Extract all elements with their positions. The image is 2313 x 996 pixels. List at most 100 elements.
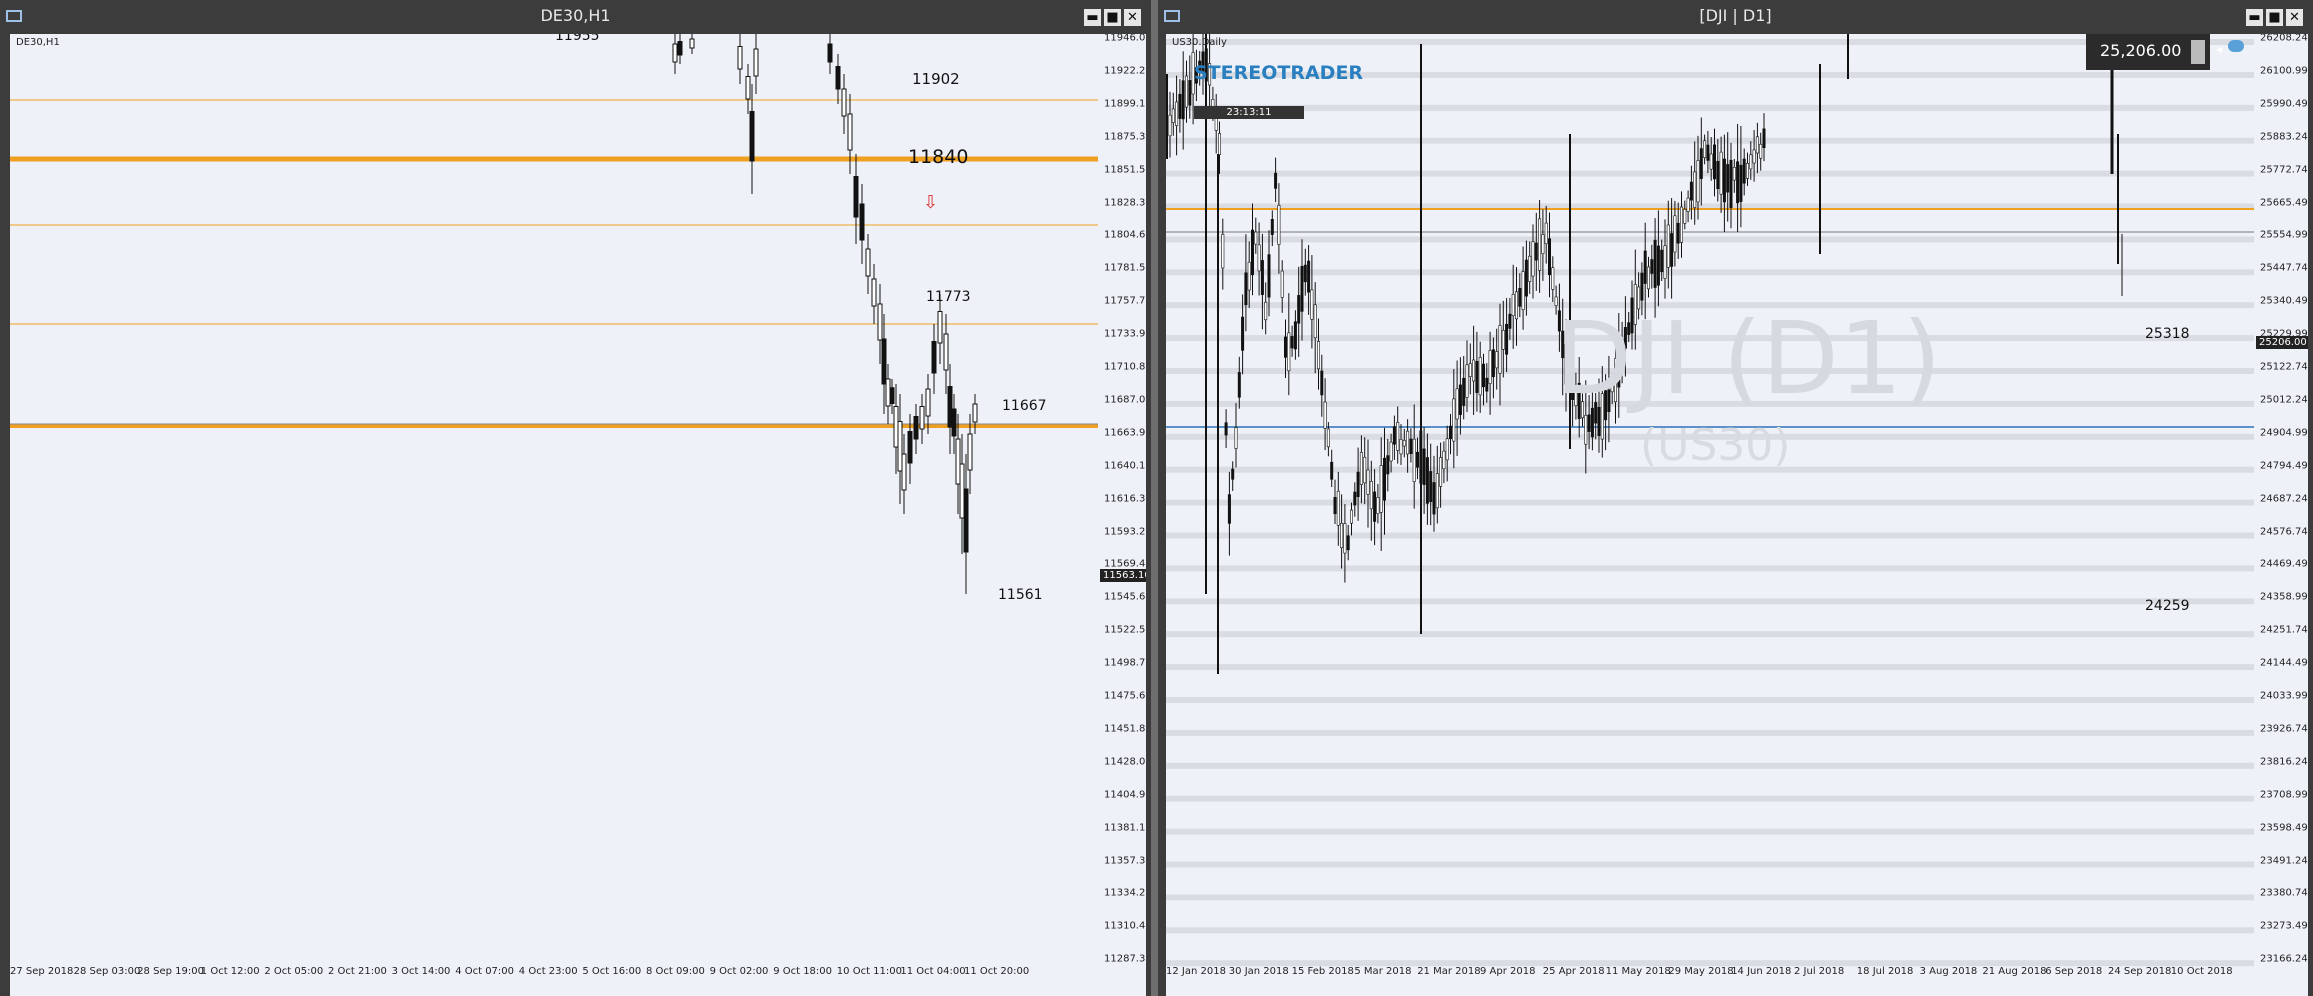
level-label-25318: 25318	[2145, 326, 2190, 342]
left-time-axis[interactable]: 27 Sep 2018 28 Sep 03:00 28 Sep 19:00 1 Oct…	[10, 962, 1098, 982]
candle-body	[1392, 426, 1396, 445]
price-tick-label: 11451.80	[1104, 723, 1146, 735]
candle-body	[885, 378, 891, 407]
time-tick-label: 9 Oct 18:00	[773, 966, 833, 977]
time-tick-label: 3 Oct 14:00	[391, 966, 451, 977]
price-adjust-icon[interactable]	[2191, 40, 2205, 64]
price-tick-label: 11404.90	[1104, 789, 1146, 801]
price-tick-label: 11287.30	[1104, 953, 1146, 965]
left-chart-window[interactable]: DE30,H1 ▬ ■ ✕ DE30,H1 11955 11902 11840 …	[0, 0, 1151, 996]
close-button[interactable]: ✕	[1124, 9, 1141, 26]
candle-body	[1650, 259, 1654, 274]
right-chart-area[interactable]: US30.Daily STEREOTRADER 23:13:11 25318 2…	[1166, 34, 2308, 996]
candle-body	[853, 176, 859, 218]
candle-body	[1168, 114, 1172, 137]
right-price-axis[interactable]: 26208.24 26100.99 25990.49 25883.24 25772.74…	[2254, 34, 2308, 976]
price-tick-label: 11357.30	[1104, 855, 1146, 866]
candle-body	[1432, 482, 1436, 515]
candle-body	[1640, 272, 1644, 301]
price-tick-label: 11946.00	[1104, 34, 1146, 44]
candle-body	[1534, 242, 1538, 261]
price-tick-label: 24576.74	[2260, 526, 2308, 537]
candle-body	[1399, 439, 1403, 455]
price-tick-label: 11828.30	[1104, 197, 1146, 208]
level-label-11773: 11773	[926, 289, 971, 305]
left-current-price: 11563.10	[1100, 569, 1146, 582]
candle-body	[1511, 293, 1515, 316]
time-tick-label: 6 Sep 2018	[2045, 966, 2103, 977]
candle-body	[1277, 204, 1281, 245]
candle-body	[1462, 377, 1466, 406]
right-watermark-subtitle: (US30)	[1640, 420, 1791, 471]
candle-body	[1396, 422, 1400, 451]
candle-body	[1485, 377, 1489, 392]
grid-band	[1166, 631, 2254, 638]
candle-body	[1739, 164, 1743, 202]
candle-body	[1234, 427, 1238, 449]
time-tick-label: 29 May 2018	[1668, 966, 1734, 977]
time-tick-label: 2 Jul 2018	[1794, 966, 1845, 977]
candle-body	[1422, 448, 1426, 485]
price-display-panel[interactable]: 25,206.00	[2086, 34, 2210, 70]
candle-body	[1689, 181, 1693, 201]
candle-body	[1759, 143, 1763, 159]
candle-body	[1544, 222, 1548, 245]
time-tick-label: 28 Sep 03:00	[73, 966, 141, 977]
left-price-axis[interactable]: 11946.00 11922.20 11899.10 11875.30 11851.50…	[1098, 34, 1146, 976]
candle-body	[1663, 245, 1667, 279]
price-tick-label: 11875.30	[1104, 131, 1146, 143]
candle-body	[1184, 75, 1188, 108]
candle-body	[877, 303, 883, 341]
collapse-panel-icon[interactable]: ◂	[2216, 42, 2222, 56]
minimize-button[interactable]: ▬	[1084, 9, 1101, 26]
candle-body	[1742, 158, 1746, 184]
left-window-title: DE30,H1	[540, 6, 611, 25]
price-tick-label: 11498.70	[1104, 657, 1146, 669]
grid-band	[1166, 729, 2254, 736]
chat-bubble-icon[interactable]	[2228, 40, 2244, 52]
grid-band	[1166, 664, 2254, 671]
time-tick-label: 4 Oct 23:00	[518, 966, 578, 977]
candle-body	[1478, 357, 1482, 396]
candle-body	[835, 66, 841, 90]
right-title-bar[interactable]: [DJI | D1] ▬ ■ ✕	[1158, 0, 2313, 34]
left-candles-plot[interactable]	[10, 34, 1098, 976]
candle-body	[1762, 128, 1766, 149]
candle-body	[1257, 244, 1261, 272]
candle-body	[1508, 313, 1512, 329]
grid-band	[1166, 697, 2254, 703]
candle-body	[1326, 428, 1330, 448]
right-time-axis[interactable]: 12 Jan 2018 30 Jan 2018 15 Feb 2018 5 Mar 2…	[1166, 962, 2254, 982]
left-title-bar[interactable]: DE30,H1 ▬ ■ ✕	[0, 0, 1151, 34]
right-candles-plot[interactable]	[1166, 34, 2254, 976]
grid-band	[1166, 762, 2254, 769]
maximize-button[interactable]: ■	[1104, 9, 1121, 26]
grid-band	[1166, 269, 2254, 276]
time-tick-label: 27 Sep 2018	[10, 966, 74, 977]
grid-band	[1166, 828, 2254, 835]
right-current-price: 25206.00	[2256, 336, 2308, 349]
time-tick-label: 12 Jan 2018	[1166, 966, 1226, 977]
time-tick-label: 3 Aug 2018	[1919, 966, 1978, 977]
candle-body	[1475, 361, 1479, 393]
price-tick-label: 11710.80	[1104, 361, 1146, 373]
close-button[interactable]: ✕	[2286, 9, 2303, 26]
grid-band	[1166, 104, 2254, 111]
price-tick-label: 11593.20	[1104, 526, 1146, 537]
price-tick-label: 24469.49	[2260, 558, 2308, 570]
candle-body	[1709, 153, 1713, 170]
candle-body	[1726, 164, 1730, 193]
maximize-button[interactable]: ■	[2266, 9, 2283, 26]
left-chart-area[interactable]: DE30,H1 11955 11902 11840 ⇩ 11773 11667 …	[10, 34, 1146, 996]
candle-body	[1247, 261, 1251, 291]
price-tick-label: 11687.00	[1104, 394, 1146, 406]
candle-body	[1412, 438, 1416, 482]
minimize-button[interactable]: ▬	[2246, 9, 2263, 26]
candle-body	[737, 46, 743, 70]
price-tick-label: 25990.49	[2260, 98, 2308, 110]
stereotrader-logo: STEREOTRADER	[1194, 62, 1364, 84]
right-symbol-label: US30.Daily	[1172, 37, 1227, 48]
price-tick-label: 25122.74	[2260, 361, 2308, 373]
candle-body	[1445, 438, 1449, 461]
time-tick-label: 18 Jul 2018	[1856, 966, 1914, 977]
